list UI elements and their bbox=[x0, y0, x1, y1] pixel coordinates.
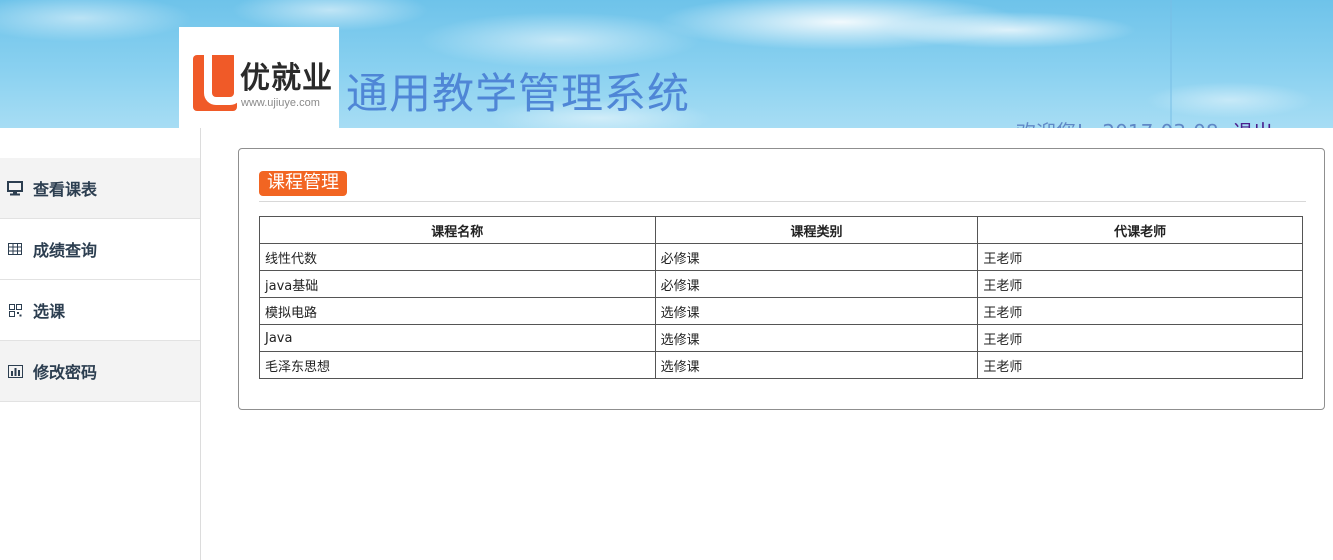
logo-url: www.ujiuye.com bbox=[241, 97, 320, 109]
logo-name: 优就业 bbox=[240, 61, 333, 96]
sidebar-item-label: 查看课表 bbox=[33, 180, 98, 199]
logo: 优就业 www.ujiuye.com bbox=[179, 27, 339, 128]
page-header: 优就业 www.ujiuye.com 通用教学管理系统 欢迎您! 2017-03… bbox=[0, 0, 1333, 128]
user-info: 2017-03-08 bbox=[1102, 120, 1218, 128]
sidebar-item-label: 修改密码 bbox=[33, 363, 98, 382]
teacher-cell: 王老师 bbox=[977, 324, 1303, 352]
course-type-cell: 选修课 bbox=[654, 351, 979, 379]
sidebar-item-grade-query[interactable]: 成绩查询 bbox=[0, 219, 200, 280]
bar-chart-icon bbox=[6, 362, 24, 380]
course-type-cell: 必修课 bbox=[654, 270, 979, 298]
table-row[interactable]: 毛泽东思想 选修课 王老师 bbox=[259, 351, 1303, 379]
welcome-text: 欢迎您! bbox=[1016, 120, 1084, 128]
sidebar-item-change-password[interactable]: 修改密码 bbox=[0, 341, 200, 402]
sidebar-item-label: 成绩查询 bbox=[33, 241, 98, 260]
header-seam bbox=[1170, 0, 1172, 128]
panel-title: 课程管理 bbox=[259, 171, 347, 196]
course-table: 课程名称 课程类别 代课老师 线性代数 必修课 王老师 java基础 必修课 王… bbox=[259, 216, 1303, 379]
table-header-row: 课程名称 课程类别 代课老师 bbox=[259, 216, 1303, 244]
teacher-cell: 王老师 bbox=[977, 270, 1303, 298]
teacher-cell: 王老师 bbox=[977, 243, 1303, 271]
course-name-cell: 模拟电路 bbox=[259, 297, 656, 325]
course-name-cell: 毛泽东思想 bbox=[259, 351, 656, 379]
course-type-cell: 必修课 bbox=[654, 243, 979, 271]
grid-table-icon bbox=[6, 240, 24, 258]
table-row[interactable]: 模拟电路 选修课 王老师 bbox=[259, 297, 1303, 325]
course-name-cell: java基础 bbox=[259, 270, 656, 298]
logo-u-icon bbox=[193, 55, 242, 111]
user-bar: 欢迎您! 2017-03-08 退出 bbox=[1016, 116, 1273, 128]
column-header-course-type: 课程类别 bbox=[654, 216, 979, 244]
sidebar-item-course-selection[interactable]: 选课 bbox=[0, 280, 200, 341]
sidebar-item-view-schedule[interactable]: 查看课表 bbox=[0, 158, 200, 219]
table-row[interactable]: 线性代数 必修课 王老师 bbox=[259, 243, 1303, 271]
sidebar-item-label: 选课 bbox=[33, 302, 66, 321]
qrcode-icon bbox=[6, 301, 24, 319]
course-type-cell: 选修课 bbox=[654, 297, 979, 325]
course-name-cell: Java bbox=[259, 324, 656, 352]
teacher-cell: 王老师 bbox=[977, 351, 1303, 379]
logout-link[interactable]: 退出 bbox=[1233, 120, 1273, 128]
course-panel: 课程管理 课程名称 课程类别 代课老师 线性代数 必修课 王老师 java基础 … bbox=[238, 148, 1325, 410]
table-row[interactable]: Java 选修课 王老师 bbox=[259, 324, 1303, 352]
table-row[interactable]: java基础 必修课 王老师 bbox=[259, 270, 1303, 298]
column-header-course-name: 课程名称 bbox=[259, 216, 656, 244]
course-name-cell: 线性代数 bbox=[259, 243, 656, 271]
course-type-cell: 选修课 bbox=[654, 324, 979, 352]
panel-header: 课程管理 bbox=[259, 171, 1306, 202]
system-title: 通用教学管理系统 bbox=[346, 69, 691, 118]
teacher-cell: 王老师 bbox=[977, 297, 1303, 325]
sidebar: 查看课表 成绩查询 选课 修改密码 bbox=[0, 128, 201, 560]
monitor-icon bbox=[6, 179, 24, 197]
column-header-teacher: 代课老师 bbox=[977, 216, 1303, 244]
